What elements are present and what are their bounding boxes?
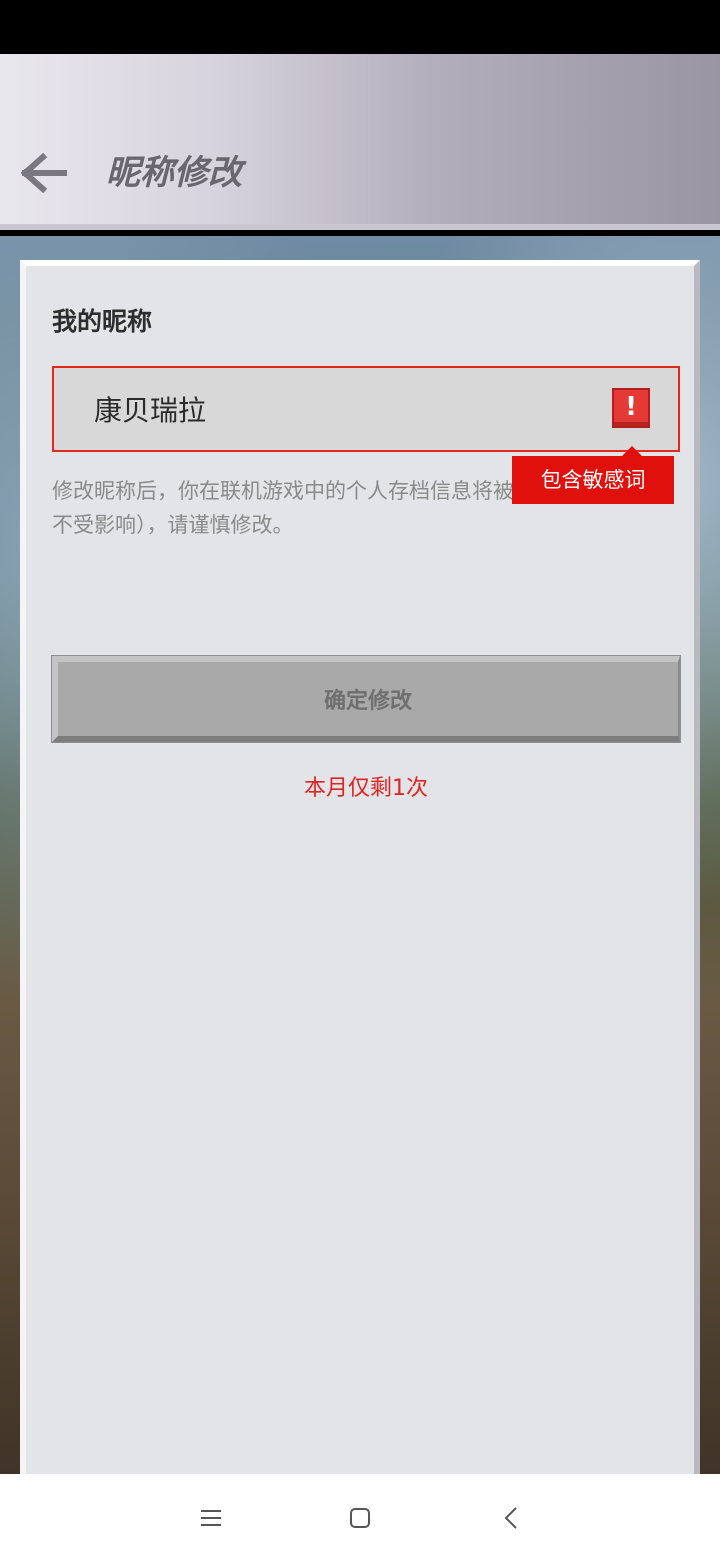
nickname-panel: 我的昵称 ! 包含敏感词 修改昵称后，你在联机游戏中的个人存档信息将被重置（单机… [20, 260, 700, 1474]
back-button[interactable] [18, 150, 70, 196]
error-tooltip: 包含敏感词 [512, 446, 674, 504]
app-header: 昵称修改 [0, 54, 720, 230]
nav-back-button[interactable] [490, 1496, 534, 1540]
system-nav-bar [0, 1474, 720, 1560]
home-button[interactable] [338, 1496, 382, 1540]
remaining-count: 本月仅剩1次 [304, 776, 428, 801]
arrow-left-icon [21, 153, 67, 193]
chevron-left-icon [504, 1507, 517, 1529]
status-bar [0, 0, 720, 54]
recent-apps-button[interactable] [189, 1496, 233, 1540]
menu-icon [201, 1510, 221, 1526]
nickname-input[interactable] [94, 368, 554, 450]
home-icon [350, 1508, 370, 1528]
error-icon: ! [612, 388, 650, 428]
confirm-button[interactable]: 确定修改 [51, 655, 681, 743]
page-title: 昵称修改 [106, 153, 242, 193]
section-label: 我的昵称 [52, 307, 153, 336]
nickname-field: ! [52, 366, 680, 452]
